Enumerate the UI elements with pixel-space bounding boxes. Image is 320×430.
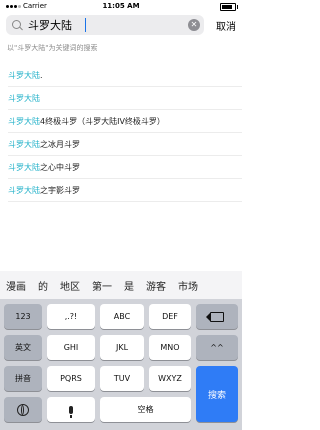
globe-icon bbox=[17, 403, 29, 416]
list-item[interactable]: 斗罗大陆 之宇影斗罗 bbox=[8, 179, 242, 202]
key-english[interactable]: 英文 bbox=[4, 335, 42, 360]
candidate-word[interactable]: 漫画 bbox=[6, 278, 26, 293]
candidate-word[interactable]: 市场 bbox=[178, 278, 198, 293]
search-key[interactable]: 搜索 bbox=[196, 366, 238, 422]
result-highlight: 斗罗大陆 bbox=[8, 116, 40, 126]
status-time: 11:05 AM bbox=[102, 2, 140, 10]
search-row: ✕ 取消 bbox=[0, 12, 242, 38]
result-highlight: 斗罗大陆 bbox=[8, 139, 40, 149]
delete-button[interactable] bbox=[196, 304, 238, 329]
keyboard: 漫画 的 地区 第一 是 游客 市场 123 ,.?! ABC DEF 英文 G… bbox=[0, 271, 242, 430]
key-punctuation[interactable]: ,.?! bbox=[47, 304, 95, 329]
result-highlight: 斗罗大陆 bbox=[8, 185, 40, 195]
globe-button[interactable] bbox=[4, 397, 42, 422]
list-item[interactable]: 斗罗大陆 4终极斗罗（斗罗大陆IV终极斗罗） bbox=[8, 110, 242, 133]
result-rest: . bbox=[40, 70, 43, 80]
candidate-word[interactable]: 的 bbox=[38, 278, 48, 293]
clear-icon[interactable]: ✕ bbox=[188, 19, 200, 31]
result-highlight: 斗罗大陆 bbox=[8, 93, 40, 103]
key-tuv[interactable]: TUV bbox=[100, 366, 144, 391]
microphone-icon bbox=[69, 405, 73, 418]
candidate-word[interactable]: 游客 bbox=[146, 278, 166, 293]
search-input[interactable] bbox=[28, 16, 178, 34]
key-123[interactable]: 123 bbox=[4, 304, 42, 329]
candidate-word[interactable]: 地区 bbox=[60, 278, 80, 293]
candidate-word[interactable]: 第一 bbox=[92, 278, 112, 293]
candidate-bar: 漫画 的 地区 第一 是 游客 市场 bbox=[0, 271, 242, 299]
key-pqrs[interactable]: PQRS bbox=[47, 366, 95, 391]
result-list: 斗罗大陆. 斗罗大陆 斗罗大陆 4终极斗罗（斗罗大陆IV终极斗罗） 斗罗大陆 之冰月… bbox=[0, 64, 242, 202]
search-box[interactable]: ✕ bbox=[6, 15, 204, 35]
microphone-button[interactable] bbox=[47, 397, 95, 422]
list-item[interactable]: 斗罗大陆 之心中斗罗 bbox=[8, 156, 242, 179]
delete-icon bbox=[206, 311, 224, 322]
list-item[interactable]: 斗罗大陆. bbox=[8, 64, 242, 87]
cancel-button[interactable]: 取消 bbox=[216, 18, 236, 33]
key-def[interactable]: DEF bbox=[149, 304, 191, 329]
battery-icon bbox=[220, 3, 238, 11]
result-rest: 之宇影斗罗 bbox=[40, 185, 80, 195]
search-hint[interactable]: 以"斗罗大陆"为关键词的搜索 bbox=[7, 43, 97, 53]
key-wxyz[interactable]: WXYZ bbox=[149, 366, 191, 391]
list-item[interactable]: 斗罗大陆 之冰月斗罗 bbox=[8, 133, 242, 156]
key-emoticon[interactable]: ^^ bbox=[196, 335, 238, 360]
result-rest: 之心中斗罗 bbox=[40, 162, 80, 172]
key-abc[interactable]: ABC bbox=[100, 304, 144, 329]
key-mno[interactable]: MNO bbox=[149, 335, 191, 360]
search-icon bbox=[12, 20, 21, 29]
result-highlight: 斗罗大陆 bbox=[8, 70, 40, 80]
text-caret bbox=[85, 18, 86, 32]
candidate-word[interactable]: 是 bbox=[124, 278, 134, 293]
key-pinyin[interactable]: 拼音 bbox=[4, 366, 42, 391]
key-ghi[interactable]: GHI bbox=[47, 335, 95, 360]
space-key[interactable]: 空格 bbox=[100, 397, 191, 422]
key-jkl[interactable]: JKL bbox=[100, 335, 144, 360]
result-highlight: 斗罗大陆 bbox=[8, 162, 40, 172]
result-rest: 之冰月斗罗 bbox=[40, 139, 80, 149]
result-rest: 4终极斗罗（斗罗大陆IV终极斗罗） bbox=[40, 116, 165, 126]
status-bar: Carrier 11:05 AM bbox=[0, 0, 242, 12]
list-item[interactable]: 斗罗大陆 bbox=[8, 87, 242, 110]
